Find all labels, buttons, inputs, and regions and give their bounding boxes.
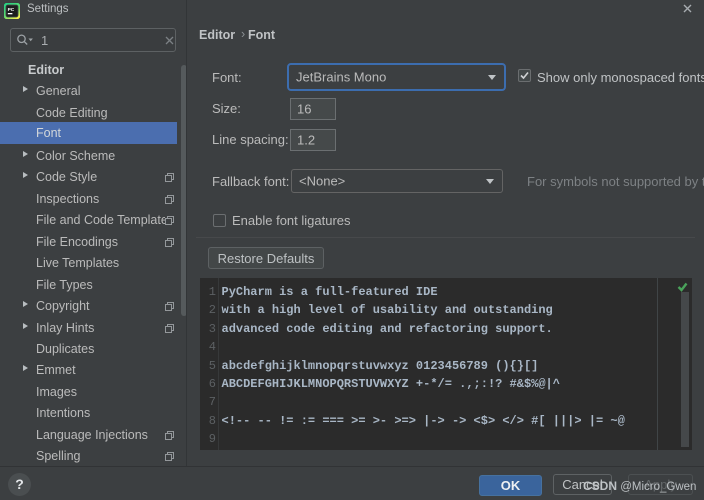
svg-text:PC: PC [8, 7, 15, 13]
